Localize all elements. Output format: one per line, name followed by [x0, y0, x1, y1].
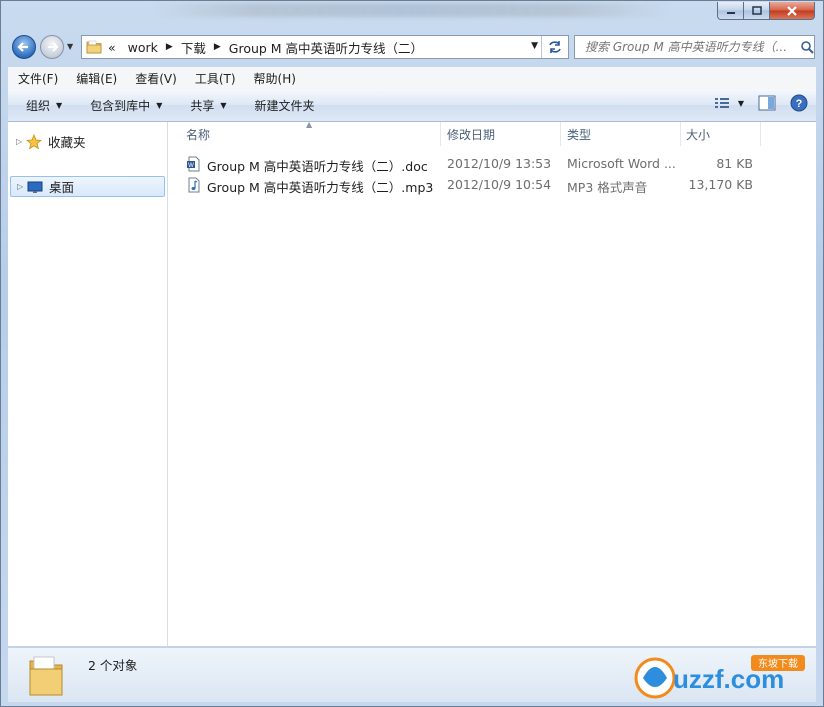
file-list: ▲ 名称 修改日期 类型 大小 W Group M 高中英语听力专线（二）.do… — [168, 120, 816, 646]
maximize-icon — [751, 5, 762, 15]
file-name[interactable]: Group M 高中英语听力专线（二）.doc — [207, 156, 428, 175]
close-button[interactable] — [769, 2, 815, 20]
search-input[interactable] — [583, 39, 797, 55]
title-bar-blur — [151, 3, 671, 17]
maximize-button[interactable] — [743, 2, 770, 20]
column-header-size[interactable]: 大小 — [686, 122, 710, 146]
expand-arrow-icon[interactable]: ▷ — [16, 137, 26, 146]
recent-pages-dropdown[interactable]: ▼ — [67, 42, 73, 51]
column-header-type[interactable]: 类型 — [567, 122, 591, 146]
address-history-dropdown[interactable]: ▼ — [531, 41, 538, 51]
organize-button[interactable]: 组织 ▼ — [8, 97, 72, 114]
file-row[interactable]: Group M 高中英语听力专线（二）.mp3 2012/10/9 10:54 … — [182, 175, 782, 195]
navigation-pane: ▷ 收藏夹 ▷ 桌面 — [8, 122, 168, 646]
audio-file-icon — [188, 177, 200, 193]
refresh-icon — [549, 41, 561, 53]
chevron-down-icon: ▼ — [56, 100, 63, 110]
nav-item-favorites[interactable]: ▷ 收藏夹 — [10, 131, 165, 152]
breadcrumb-downloads[interactable]: 下载 — [181, 38, 206, 57]
search-icon[interactable] — [800, 40, 814, 54]
change-view-button[interactable]: ▼ — [714, 96, 744, 110]
view-list-icon — [714, 98, 729, 108]
file-row[interactable]: W Group M 高中英语听力专线（二）.doc 2012/10/9 13:5… — [182, 154, 782, 174]
explorer-window: ▼ « work ▶ 下载 ▶ Group M 高中英语听力专线（二） ▼ 搜索… — [0, 0, 824, 707]
share-button[interactable]: 共享 ▼ — [172, 97, 236, 114]
back-arrow-icon — [17, 42, 28, 52]
include-in-library-button[interactable]: 包含到库中 ▼ — [72, 97, 172, 114]
nav-item-desktop[interactable]: ▷ 桌面 — [10, 176, 165, 197]
menu-tools[interactable]: 工具(T) — [185, 70, 244, 87]
toolbar-right-group: ▼ ? — [714, 94, 808, 112]
file-date: 2012/10/9 13:53 — [447, 156, 552, 171]
breadcrumb-overflow[interactable]: « — [108, 40, 116, 55]
back-button[interactable] — [12, 35, 36, 59]
expand-arrow-icon[interactable]: ▷ — [17, 182, 27, 191]
watermark-logo: uzzf.com 东坡下载 — [633, 652, 808, 703]
word-doc-icon: W — [187, 156, 200, 172]
column-divider[interactable] — [560, 122, 561, 146]
details-pane: 2 个对象 uzzf.com 东坡下载 — [8, 647, 816, 702]
preview-pane-icon[interactable] — [758, 95, 776, 111]
file-date: 2012/10/9 10:54 — [447, 177, 552, 192]
breadcrumb-work[interactable]: work — [128, 40, 158, 55]
search-box[interactable] — [574, 35, 815, 59]
file-size: 13,170 KB — [688, 177, 753, 192]
column-divider[interactable] — [760, 122, 761, 146]
help-icon[interactable]: ? — [790, 94, 808, 112]
address-bar-row: ▼ « work ▶ 下载 ▶ Group M 高中英语听力专线（二） ▼ — [1, 31, 823, 63]
include-in-library-label: 包含到库中 — [90, 98, 151, 113]
title-bar[interactable] — [1, 1, 823, 29]
new-folder-button[interactable]: 新建文件夹 — [237, 97, 325, 114]
uzzf-logo-icon: uzzf.com 东坡下载 — [634, 655, 805, 699]
file-type: Microsoft Word ... — [567, 156, 676, 171]
refresh-button[interactable] — [541, 36, 568, 58]
column-divider[interactable] — [440, 122, 441, 146]
close-icon — [787, 5, 797, 16]
breadcrumb-current-folder[interactable]: Group M 高中英语听力专线（二） — [229, 38, 423, 57]
star-icon — [26, 133, 42, 149]
nav-favorites-label: 收藏夹 — [48, 135, 86, 150]
file-type: MP3 格式声音 — [567, 180, 648, 195]
organize-label: 组织 — [26, 98, 51, 113]
folder-large-icon — [29, 656, 63, 696]
column-header-date[interactable]: 修改日期 — [447, 122, 495, 146]
item-count: 2 个对象 — [88, 658, 138, 673]
svg-text:?: ? — [796, 98, 803, 110]
share-label: 共享 — [190, 98, 215, 113]
command-bar: 组织 ▼ 包含到库中 ▼ 共享 ▼ 新建文件夹 ▼ ? — [8, 89, 816, 122]
column-divider[interactable] — [680, 122, 681, 146]
breadcrumb: « work ▶ 下载 ▶ Group M 高中英语听力专线（二） — [108, 38, 423, 57]
minimize-icon — [726, 11, 735, 14]
nav-desktop-label: 桌面 — [49, 180, 75, 195]
menu-view[interactable]: 查看(V) — [125, 70, 185, 87]
watermark-badge: 东坡下载 — [758, 657, 798, 670]
new-folder-label: 新建文件夹 — [254, 98, 315, 113]
breadcrumb-separator-icon[interactable]: ▶ — [214, 42, 221, 52]
forward-arrow-icon — [48, 42, 59, 52]
forward-button[interactable] — [40, 35, 64, 59]
address-box[interactable]: « work ▶ 下载 ▶ Group M 高中英语听力专线（二） ▼ — [81, 35, 569, 59]
folder-icon — [86, 40, 102, 54]
svg-text:W: W — [188, 163, 194, 169]
breadcrumb-separator-icon[interactable]: ▶ — [166, 42, 173, 52]
chevron-down-icon[interactable]: ▼ — [738, 99, 744, 108]
file-name[interactable]: Group M 高中英语听力专线（二）.mp3 — [207, 177, 433, 196]
chevron-down-icon: ▼ — [156, 100, 163, 110]
file-size: 81 KB — [716, 156, 753, 171]
menu-file[interactable]: 文件(F) — [8, 70, 66, 87]
menu-edit[interactable]: 编辑(E) — [66, 70, 125, 87]
sort-indicator-icon: ▲ — [306, 120, 313, 129]
menu-bar: 文件(F) 编辑(E) 查看(V) 工具(T) 帮助(H) — [8, 67, 816, 90]
desktop-icon — [27, 181, 43, 193]
chevron-down-icon: ▼ — [220, 100, 227, 110]
menu-help[interactable]: 帮助(H) — [244, 70, 304, 87]
column-header-name[interactable]: 名称 — [186, 122, 210, 146]
minimize-button[interactable] — [717, 2, 744, 20]
